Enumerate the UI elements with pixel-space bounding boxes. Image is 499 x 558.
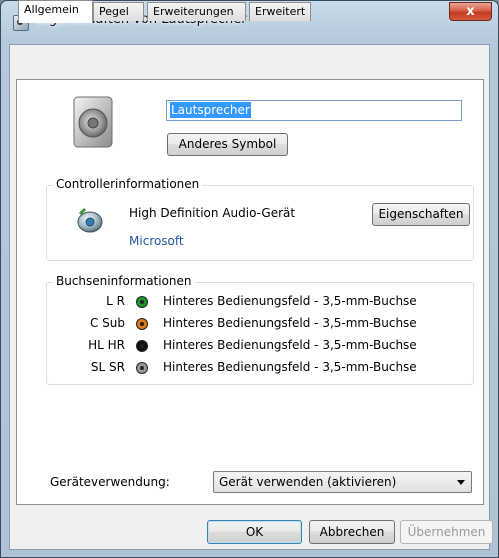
jack-description: Hinteres Bedienungsfeld - 3,5-mm-Buchse <box>163 360 417 374</box>
jack-channel-label: L R <box>106 294 125 308</box>
device-usage-label: Geräteverwendung: <box>50 475 170 489</box>
dropdown-arrow-icon <box>457 480 465 485</box>
controller-name: High Definition Audio-Gerät <box>129 206 296 220</box>
apply-button[interactable]: Übernehmen <box>400 520 493 544</box>
controller-vendor-link[interactable]: Microsoft <box>129 234 184 248</box>
close-button[interactable]: x <box>449 2 492 21</box>
device-name-input[interactable]: Lautsprecher <box>166 100 462 121</box>
tab-allgemein[interactable]: Allgemein <box>18 0 93 23</box>
jack-channel-label: C Sub <box>89 316 125 330</box>
cancel-button[interactable]: Abbrechen <box>309 520 395 544</box>
tab-erweitert[interactable]: Erweitert <box>249 2 311 21</box>
controller-properties-button[interactable]: Eigenschaften <box>372 203 470 226</box>
jack-group-title: Buchseninformationen <box>53 274 195 288</box>
jack-black-icon <box>136 340 148 352</box>
ok-button[interactable]: OK <box>207 520 302 544</box>
jack-orange-icon <box>136 318 148 330</box>
jack-description: Hinteres Bedienungsfeld - 3,5-mm-Buchse <box>163 294 417 308</box>
tab-pegel[interactable]: Pegel <box>93 2 144 21</box>
jack-gray-icon <box>136 362 148 374</box>
jack-green-icon <box>136 296 148 308</box>
jack-description: Hinteres Bedienungsfeld - 3,5-mm-Buchse <box>163 316 417 330</box>
jack-channel-label: HL HR <box>88 338 125 352</box>
device-usage-selected: Gerät verwenden (aktivieren) <box>219 475 397 489</box>
tab-erweiterungen[interactable]: Erweiterungen <box>147 2 246 21</box>
device-usage-select[interactable]: Gerät verwenden (aktivieren) <box>213 471 472 493</box>
jack-channel-label: SL SR <box>90 360 125 374</box>
controller-group-title: Controllerinformationen <box>53 177 203 191</box>
audio-device-icon <box>77 207 103 233</box>
jack-description: Hinteres Bedienungsfeld - 3,5-mm-Buchse <box>163 338 417 352</box>
speaker-icon <box>73 96 113 148</box>
change-icon-button[interactable]: Anderes Symbol <box>167 133 288 156</box>
device-name-value: Lautsprecher <box>170 102 251 118</box>
